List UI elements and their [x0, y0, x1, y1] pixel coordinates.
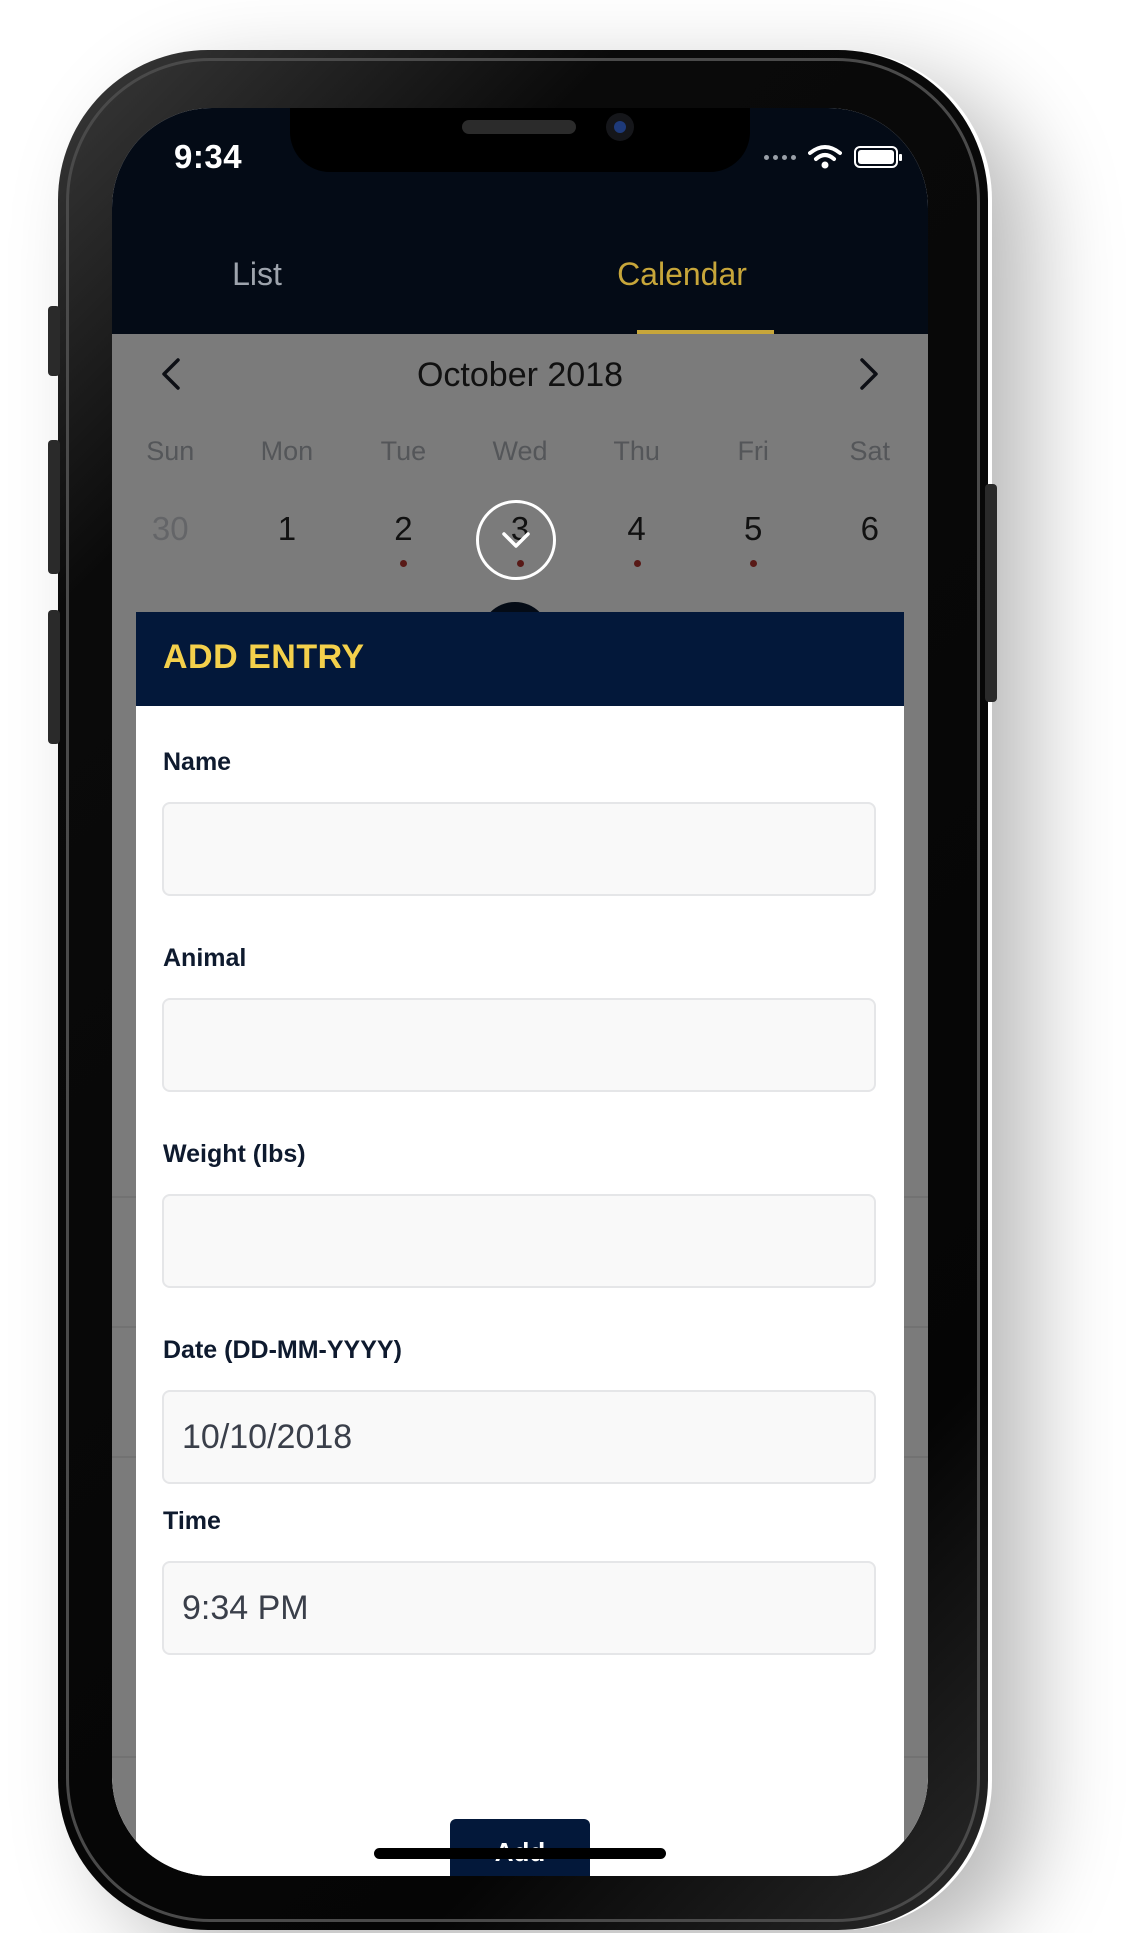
collapse-button[interactable] — [476, 500, 556, 580]
status-time: 9:34 — [174, 138, 243, 175]
battery-icon — [854, 146, 902, 168]
camera-icon — [606, 113, 634, 141]
mute-switch — [48, 306, 60, 376]
weight-label: Weight (lbs) — [163, 1140, 306, 1168]
signal-icon — [764, 154, 796, 160]
volume-down-button — [48, 610, 60, 744]
phone-screen: 9:34 List Calendar October 2018 — [112, 108, 928, 1876]
modal-title: ADD ENTRY — [163, 638, 365, 676]
power-button — [985, 484, 997, 702]
status-icons — [764, 144, 902, 170]
wifi-icon — [808, 145, 842, 169]
chevron-down-icon — [502, 532, 530, 548]
modal-header: ADD ENTRY — [136, 612, 904, 706]
app-header: 9:34 List Calendar — [112, 108, 928, 334]
time-input[interactable] — [162, 1561, 876, 1655]
weight-input[interactable] — [162, 1194, 876, 1288]
date-label: Date (DD-MM-YYYY) — [163, 1336, 402, 1364]
tab-list[interactable]: List — [182, 256, 332, 293]
tab-calendar[interactable]: Calendar — [612, 256, 752, 293]
home-indicator[interactable] — [374, 1848, 666, 1859]
time-label: Time — [163, 1507, 221, 1535]
name-input[interactable] — [162, 802, 876, 896]
volume-up-button — [48, 440, 60, 574]
animal-input[interactable] — [162, 998, 876, 1092]
notch — [290, 108, 750, 172]
animal-label: Animal — [163, 944, 247, 972]
name-label: Name — [163, 748, 232, 776]
speaker — [462, 120, 576, 134]
add-entry-modal: ADD ENTRY Name Animal Weight (lbs) Date … — [136, 612, 904, 1876]
date-input[interactable] — [162, 1390, 876, 1484]
